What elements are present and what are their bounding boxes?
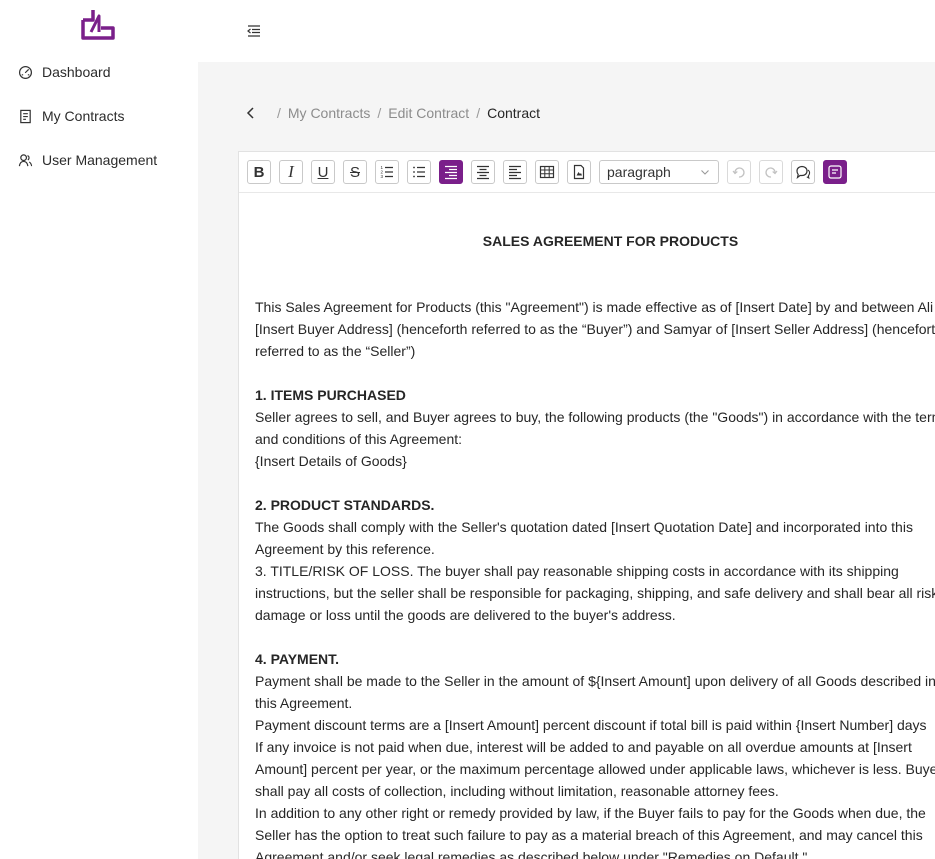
breadcrumb-separator: / — [476, 105, 481, 121]
file-icon — [573, 164, 585, 180]
paragraph-line: referred to as the “Seller”) — [255, 343, 416, 359]
paragraph-line: this Agreement. — [255, 695, 353, 711]
undo-icon — [732, 167, 745, 178]
paragraph-line: instructions, but the seller shall be re… — [255, 585, 935, 601]
underline-button[interactable]: U — [311, 160, 335, 184]
italic-icon: I — [288, 162, 294, 181]
sidebar-item-label: User Management — [42, 152, 158, 168]
ordered-list-button[interactable]: 123 — [375, 160, 399, 184]
dashboard-icon — [18, 65, 33, 80]
paragraph-line: 3. TITLE/RISK OF LOSS. The buyer shall p… — [255, 563, 899, 579]
paragraph-line: and conditions of this Agreement: — [255, 431, 463, 447]
chevron-down-icon — [701, 170, 709, 175]
sidebar: Dashboard My Contracts User Management — [0, 0, 198, 859]
undo-button[interactable] — [727, 160, 751, 184]
align-left-icon — [509, 165, 521, 180]
users-icon — [18, 153, 33, 168]
assistant-icon — [828, 165, 842, 179]
paragraph-line: The Goods shall comply with the Seller's… — [255, 519, 913, 535]
document-body: This Sales Agreement for Products (this … — [255, 296, 935, 859]
editor-toolbar: B I U S 123 paragraph — [239, 152, 935, 193]
paragraph-line: {Insert Details of Goods} — [255, 453, 407, 469]
contract-icon — [18, 109, 33, 124]
ai-assistant-button[interactable] — [823, 160, 847, 184]
paragraph-line: Agreement and/or seek legal remedies as … — [255, 849, 808, 859]
align-left-button[interactable] — [503, 160, 527, 184]
breadcrumb: / My Contracts / Edit Contract / Contrac… — [244, 104, 540, 122]
paragraph-line: In addition to any other right or remedy… — [255, 805, 926, 821]
paragraph-line: Seller agrees to sell, and Buyer agrees … — [255, 409, 935, 425]
insert-file-button[interactable] — [567, 160, 591, 184]
block-format-value: paragraph — [607, 164, 671, 180]
menu-fold-icon[interactable] — [247, 24, 261, 38]
paragraph-line: If any invoice is not paid when due, int… — [255, 739, 912, 755]
sidebar-item-my-contracts[interactable]: My Contracts — [0, 94, 198, 138]
sidebar-item-label: My Contracts — [42, 108, 125, 124]
section-heading: 1. ITEMS PURCHASED — [255, 387, 406, 403]
bold-icon: B — [253, 163, 265, 181]
redo-button[interactable] — [759, 160, 783, 184]
breadcrumb-edit-contract[interactable]: Edit Contract — [388, 105, 469, 121]
sidebar-item-dashboard[interactable]: Dashboard — [0, 50, 198, 94]
paragraph-line: Seller has the option to treat such fail… — [255, 827, 923, 843]
document-title: SALES AGREEMENT FOR PRODUCTS — [482, 233, 739, 249]
brand-logo[interactable] — [79, 6, 119, 42]
sidebar-item-label: Dashboard — [42, 64, 111, 80]
insert-table-button[interactable] — [535, 160, 559, 184]
breadcrumb-separator: / — [377, 105, 382, 121]
ordered-list-icon: 123 — [381, 165, 393, 179]
redo-icon — [765, 167, 778, 178]
section-heading: 4. PAYMENT. — [255, 651, 340, 667]
breadcrumb-separator: / — [277, 105, 281, 121]
table-icon — [539, 165, 555, 179]
svg-text:3: 3 — [381, 174, 384, 179]
bullet-list-icon — [413, 166, 425, 178]
block-format-select[interactable]: paragraph — [599, 160, 719, 184]
italic-button[interactable]: I — [279, 160, 303, 184]
strikethrough-button[interactable]: S — [343, 160, 367, 184]
back-arrow-icon[interactable] — [244, 106, 258, 120]
paragraph-line: Amount] percent per year, or the maximum… — [255, 761, 935, 777]
rich-text-editor: B I U S 123 paragraph SALES AGREEMENT FO… — [238, 151, 935, 859]
align-right-button[interactable] — [439, 160, 463, 184]
paragraph-line: shall pay all costs of collection, inclu… — [255, 783, 779, 799]
breadcrumb-my-contracts[interactable]: My Contracts — [288, 105, 370, 121]
paragraph-line: [Insert Buyer Address] (henceforth refer… — [255, 321, 935, 337]
section-heading: 2. PRODUCT STANDARDS. — [255, 497, 435, 513]
bullet-list-button[interactable] — [407, 160, 431, 184]
align-right-icon — [445, 165, 457, 180]
strikethrough-icon: S — [349, 163, 360, 181]
top-bar — [198, 0, 935, 62]
paragraph-line: damage or loss until the goods are deliv… — [255, 607, 676, 623]
main-content: / My Contracts / Edit Contract / Contrac… — [198, 62, 935, 859]
sidebar-item-user-management[interactable]: User Management — [0, 138, 198, 182]
breadcrumb-contract: Contract — [487, 105, 540, 121]
sidebar-nav: Dashboard My Contracts User Management — [0, 50, 198, 182]
comments-icon — [796, 165, 811, 180]
underline-icon: U — [317, 163, 329, 181]
paragraph-line: Payment discount terms are a [Insert Amo… — [255, 717, 927, 733]
paragraph-line: This Sales Agreement for Products (this … — [255, 299, 934, 315]
paragraph-line: Payment shall be made to the Seller in t… — [255, 673, 935, 689]
align-center-icon — [477, 165, 489, 180]
comments-button[interactable] — [791, 160, 815, 184]
align-center-button[interactable] — [471, 160, 495, 184]
paragraph-line: Agreement by this reference. — [255, 541, 435, 557]
bold-button[interactable]: B — [247, 160, 271, 184]
